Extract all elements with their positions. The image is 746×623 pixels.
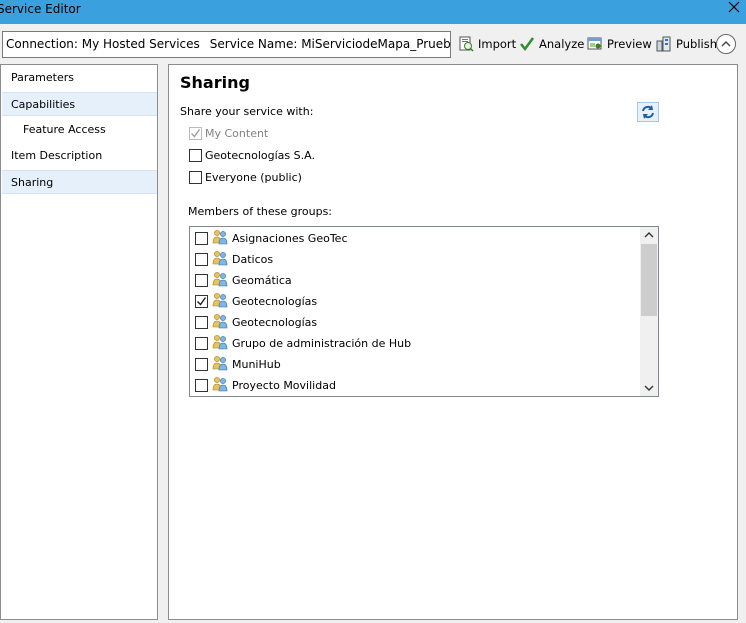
- list-item[interactable]: Asignaciones GeoTec: [195, 228, 348, 248]
- toolbar: Connection: My Hosted Services Service Na…: [0, 24, 746, 64]
- group-icon: [212, 334, 228, 353]
- list-item[interactable]: Geomática: [195, 270, 292, 290]
- title-bar: Service Editor: [0, 0, 746, 24]
- option-label: Geotecnologías S.A.: [205, 149, 315, 162]
- group-icon: [212, 229, 228, 248]
- window-title: Service Editor: [0, 2, 81, 16]
- import-label: Import: [478, 37, 517, 51]
- list-item[interactable]: Geotecnologías: [195, 291, 317, 311]
- chevron-down-icon: [644, 385, 654, 391]
- list-item[interactable]: Geotecnologías: [195, 312, 317, 332]
- scroll-thumb[interactable]: [641, 244, 657, 316]
- group-checkbox[interactable]: [195, 315, 208, 329]
- group-icon: [212, 313, 228, 332]
- share-everyone-option[interactable]: Everyone (public): [189, 171, 302, 184]
- sidebar-item-sharing[interactable]: Sharing: [2, 170, 157, 194]
- refresh-icon: [642, 105, 654, 119]
- scroll-up-button[interactable]: [640, 227, 658, 244]
- service-name-label: Service Name: MiServiciodeMapa_Prueba: [209, 37, 451, 51]
- preview-label: Preview: [607, 37, 652, 51]
- group-icon: [212, 271, 228, 290]
- group-label: Geomática: [232, 273, 292, 287]
- share-with-label: Share your service with:: [180, 105, 314, 118]
- list-item[interactable]: Grupo de administración de Hub: [195, 333, 411, 353]
- group-checkbox[interactable]: [195, 336, 208, 350]
- window-background-right: [738, 64, 746, 623]
- group-label: Daticos: [232, 252, 274, 266]
- preview-icon: [587, 37, 602, 50]
- group-icon: [212, 355, 228, 374]
- share-my-content-option: My Content: [189, 127, 268, 140]
- group-checkbox[interactable]: [195, 357, 208, 371]
- page-title: Sharing: [180, 73, 250, 92]
- close-icon[interactable]: [728, 0, 740, 16]
- scroll-down-button[interactable]: [640, 379, 658, 396]
- connection-info-box: Connection: My Hosted Services Service Na…: [2, 31, 451, 58]
- list-item[interactable]: Daticos: [195, 249, 273, 269]
- group-checkbox[interactable]: [195, 378, 208, 392]
- group-label: Asignaciones GeoTec: [232, 231, 348, 245]
- chevron-up-icon: [721, 41, 731, 47]
- group-icon: [212, 376, 228, 395]
- my-content-checkbox: [189, 127, 202, 140]
- list-item[interactable]: MuniHub: [195, 354, 281, 374]
- share-organization-option[interactable]: Geotecnologías S.A.: [189, 149, 315, 162]
- group-checkbox[interactable]: [195, 294, 208, 308]
- sidebar-item-label: Item Description: [11, 149, 103, 162]
- members-label: Members of these groups:: [188, 205, 333, 218]
- option-label: Everyone (public): [205, 171, 302, 184]
- analyze-label: Analyze: [539, 37, 585, 51]
- group-icon: [212, 250, 228, 269]
- group-checkbox[interactable]: [195, 252, 208, 266]
- list-item[interactable]: Proyecto Movilidad: [195, 375, 336, 395]
- sidebar-item-feature-access[interactable]: Feature Access: [2, 118, 157, 142]
- group-label: Geotecnologías: [232, 315, 318, 329]
- groups-list[interactable]: Asignaciones GeoTec Daticos Geomática Geote…: [189, 226, 659, 397]
- checkmark-icon: [191, 129, 201, 138]
- publish-label: Publish: [676, 37, 717, 51]
- analyze-button[interactable]: Analyze: [519, 35, 584, 53]
- sidebar-item-label: Parameters: [11, 71, 74, 84]
- sharing-panel: Sharing Share your service with: My Cont…: [168, 64, 738, 620]
- sidebar-item-label: Feature Access: [23, 123, 106, 136]
- refresh-button[interactable]: [637, 102, 659, 122]
- group-checkbox[interactable]: [195, 273, 208, 287]
- everyone-checkbox[interactable]: [189, 171, 202, 184]
- import-button[interactable]: Import: [458, 35, 516, 53]
- sidebar-item-label: Capabilities: [11, 98, 76, 111]
- connection-label: Connection: My Hosted Services: [6, 37, 200, 51]
- publish-icon: [656, 36, 671, 52]
- group-label: Geotecnologías: [232, 294, 318, 308]
- group-checkbox[interactable]: [195, 231, 208, 245]
- checkmark-icon: [520, 37, 535, 52]
- import-icon: [459, 36, 474, 52]
- groups-scrollbar[interactable]: [640, 227, 658, 396]
- organization-checkbox[interactable]: [189, 149, 202, 162]
- sidebar-item-label: Sharing: [11, 176, 54, 189]
- sidebar-item-parameters[interactable]: Parameters: [2, 66, 157, 90]
- chevron-up-icon: [644, 232, 654, 238]
- sidebar: Parameters Capabilities Feature Access I…: [0, 64, 158, 620]
- group-label: Proyecto Movilidad: [232, 378, 336, 392]
- sidebar-item-item-description[interactable]: Item Description: [2, 144, 157, 168]
- option-label: My Content: [205, 127, 269, 140]
- checkmark-icon: [197, 296, 207, 306]
- collapse-button[interactable]: [716, 34, 736, 54]
- group-label: MuniHub: [232, 357, 281, 371]
- group-icon: [212, 292, 228, 311]
- group-label: Grupo de administración de Hub: [232, 336, 412, 350]
- publish-button[interactable]: Publish: [656, 35, 717, 53]
- sidebar-item-capabilities[interactable]: Capabilities: [2, 92, 157, 116]
- preview-button[interactable]: Preview: [587, 35, 652, 53]
